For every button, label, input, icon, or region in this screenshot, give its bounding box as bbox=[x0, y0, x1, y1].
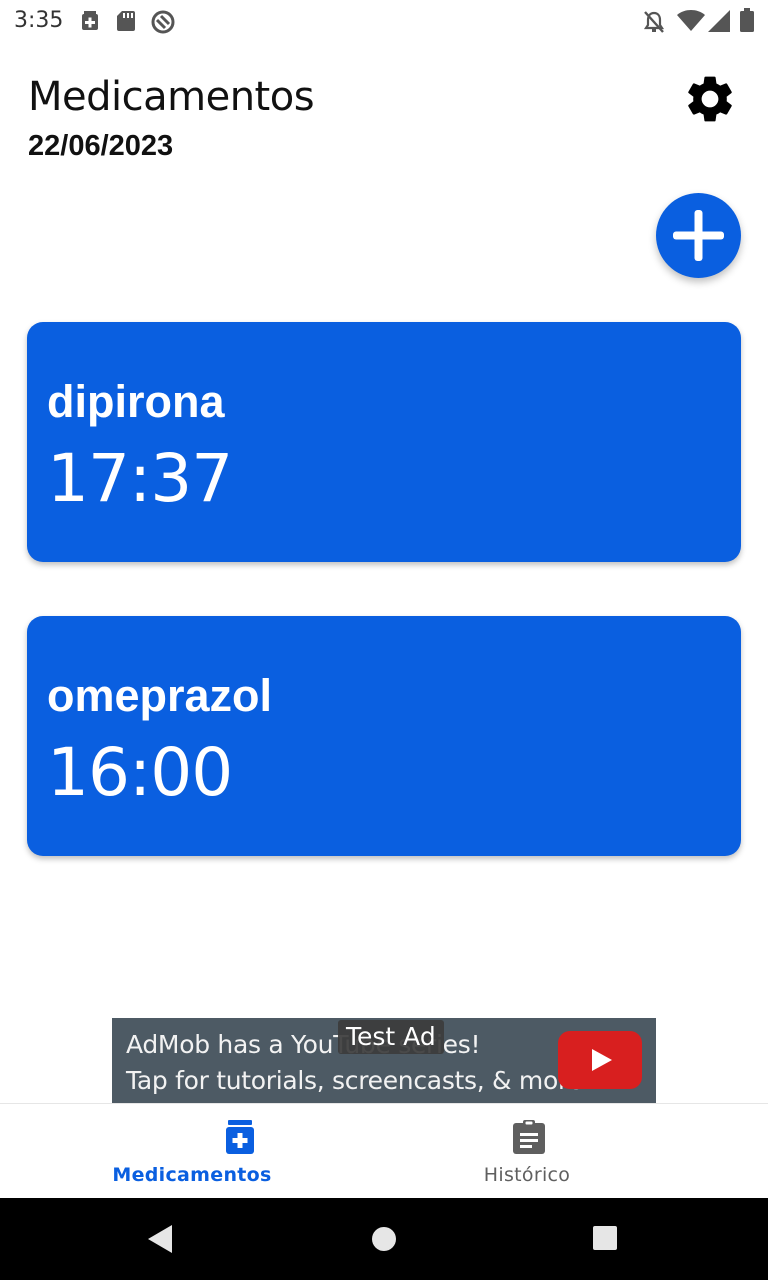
current-date: 22/06/2023 bbox=[28, 130, 174, 162]
sync-blocked-icon bbox=[151, 10, 175, 39]
medicine-bottle-icon bbox=[226, 1120, 254, 1159]
nav-label-medicamentos: Medicamentos bbox=[112, 1164, 272, 1186]
system-navigation-bar bbox=[0, 1198, 768, 1280]
medication-card[interactable]: omeprazol 16:00 bbox=[27, 616, 741, 856]
ad-text-line2: Tap for tutorials, screencasts, & more. bbox=[126, 1066, 591, 1095]
medication-time: 16:00 bbox=[47, 734, 233, 811]
plus-icon bbox=[673, 210, 724, 261]
youtube-play-button[interactable] bbox=[558, 1031, 642, 1089]
medication-name: dipirona bbox=[47, 376, 225, 427]
sd-card-icon bbox=[116, 10, 136, 37]
status-bar: 3:35 bbox=[0, 0, 768, 42]
test-ad-label: Test Ad bbox=[338, 1020, 444, 1054]
page-title: Medicamentos bbox=[28, 74, 315, 120]
settings-button[interactable] bbox=[682, 71, 738, 127]
notifications-off-icon bbox=[643, 10, 665, 39]
gear-icon bbox=[688, 76, 732, 122]
bottom-navigation: Medicamentos Histórico bbox=[0, 1103, 768, 1198]
nav-item-historico[interactable]: Histórico bbox=[335, 1104, 719, 1199]
medical-app-icon bbox=[80, 10, 100, 37]
ad-banner[interactable]: AdMob has a YouTube series! Tap for tuto… bbox=[112, 1018, 656, 1103]
nav-label-historico: Histórico bbox=[483, 1164, 571, 1186]
home-icon[interactable] bbox=[371, 1226, 397, 1257]
recents-icon[interactable] bbox=[592, 1225, 618, 1256]
signal-icon bbox=[708, 10, 730, 37]
add-medication-button[interactable] bbox=[656, 193, 741, 278]
status-time: 3:35 bbox=[14, 8, 64, 33]
clipboard-icon bbox=[513, 1120, 545, 1159]
medication-name: omeprazol bbox=[47, 670, 273, 721]
medication-time: 17:37 bbox=[47, 440, 233, 517]
medication-card[interactable]: dipirona 17:37 bbox=[27, 322, 741, 562]
wifi-icon bbox=[677, 9, 705, 37]
youtube-play-icon bbox=[592, 1049, 612, 1071]
battery-icon bbox=[740, 8, 754, 37]
back-icon[interactable] bbox=[146, 1224, 174, 1259]
